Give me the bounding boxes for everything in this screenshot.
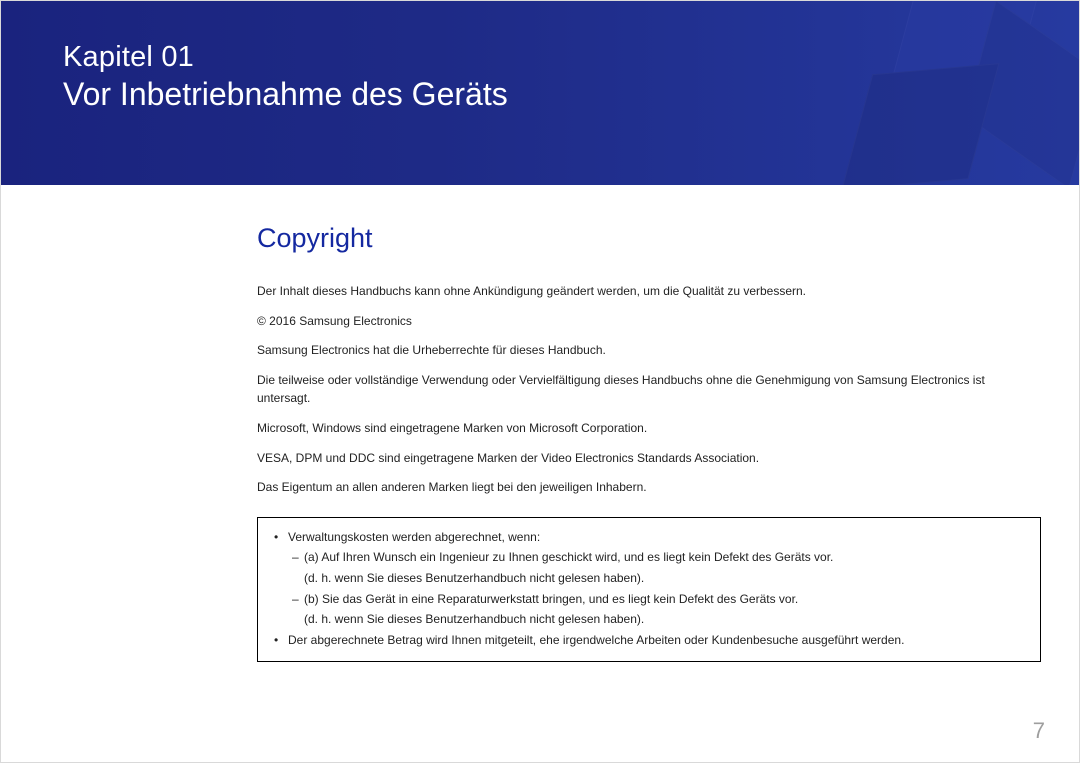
chapter-banner: Kapitel 01 Vor Inbetriebnahme des Geräts <box>1 1 1079 185</box>
list-item: Verwaltungskosten werden abgerechnet, we… <box>264 528 1026 547</box>
body-paragraph: Der Inhalt dieses Handbuchs kann ohne An… <box>257 282 1027 301</box>
list-item: (d. h. wenn Sie dieses Benutzerhandbuch … <box>264 610 1026 629</box>
body-paragraph: Samsung Electronics hat die Urheberrecht… <box>257 341 1027 360</box>
document-page: Kapitel 01 Vor Inbetriebnahme des Geräts… <box>0 0 1080 763</box>
notice-box: Verwaltungskosten werden abgerechnet, we… <box>257 517 1041 663</box>
list-item: (a) Auf Ihren Wunsch ein Ingenieur zu Ih… <box>264 548 1026 567</box>
section-heading-copyright: Copyright <box>257 223 1027 254</box>
list-item: Der abgerechnete Betrag wird Ihnen mitge… <box>264 631 1026 650</box>
body-paragraph: © 2016 Samsung Electronics <box>257 312 1027 331</box>
body-paragraph: Die teilweise oder vollständige Verwendu… <box>257 371 1027 408</box>
cube-shape <box>841 63 999 185</box>
page-number: 7 <box>1033 718 1045 744</box>
list-item: (d. h. wenn Sie dieses Benutzerhandbuch … <box>264 569 1026 588</box>
decorative-cubes <box>820 1 1079 185</box>
notice-list: Verwaltungskosten werden abgerechnet, we… <box>264 528 1026 650</box>
body-paragraph: Microsoft, Windows sind eingetragene Mar… <box>257 419 1027 438</box>
body-paragraph: Das Eigentum an allen anderen Marken lie… <box>257 478 1027 497</box>
list-item: (b) Sie das Gerät in eine Reparaturwerks… <box>264 590 1026 609</box>
body-paragraph: VESA, DPM und DDC sind eingetragene Mark… <box>257 449 1027 468</box>
content-area: Copyright Der Inhalt dieses Handbuchs ka… <box>1 185 1079 662</box>
